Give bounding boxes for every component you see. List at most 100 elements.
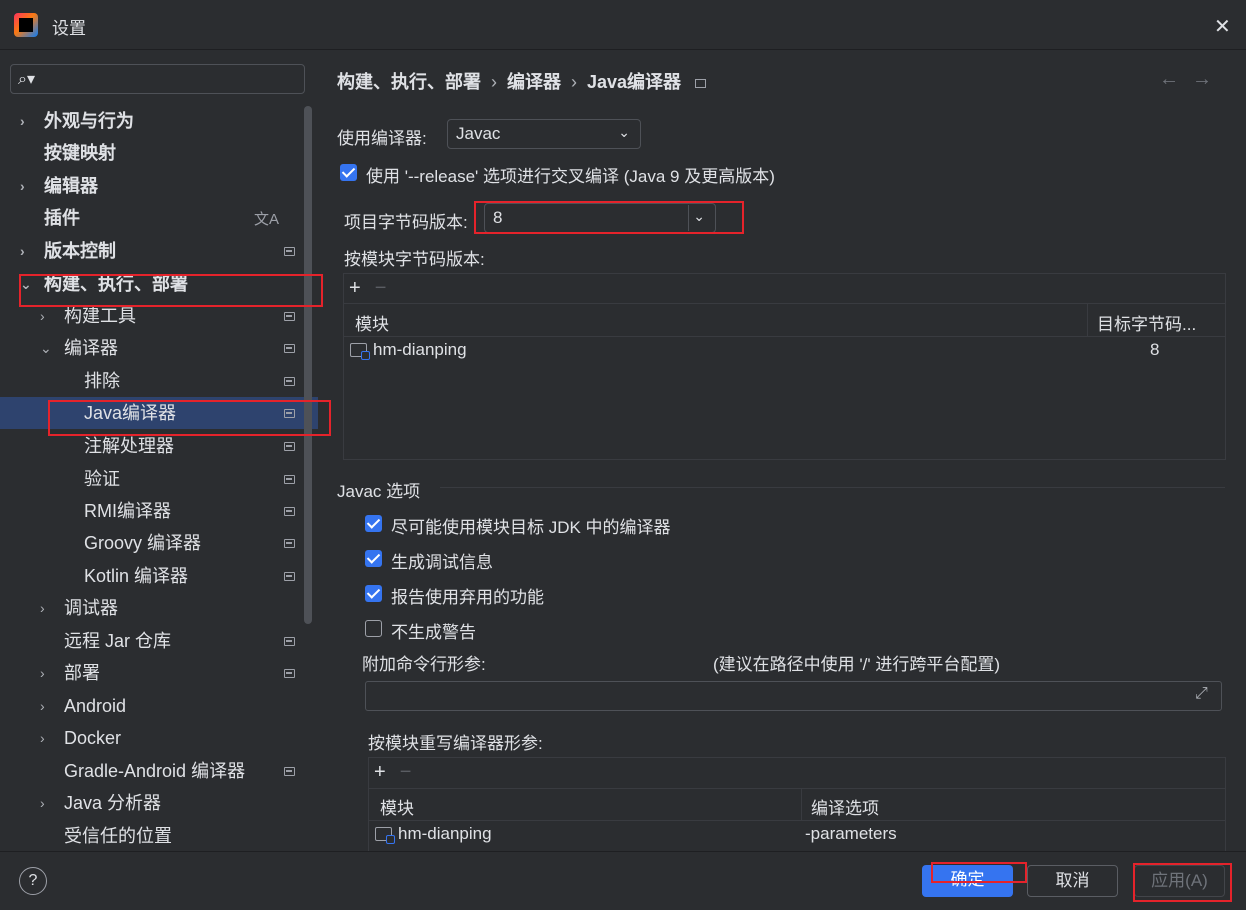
sidebar-item[interactable]: Kotlin 编译器: [0, 560, 300, 592]
sidebar-item-label: Java 分析器: [64, 793, 162, 813]
javac-option-checkbox[interactable]: [365, 550, 382, 567]
javac-option-checkbox[interactable]: [365, 515, 382, 532]
sidebar-item-label: 版本控制: [44, 241, 116, 261]
javac-option-checkbox[interactable]: [365, 585, 382, 602]
settings-search-input[interactable]: [10, 64, 305, 94]
sidebar-item[interactable]: Gradle-Android 编译器: [0, 755, 300, 787]
sidebar-item[interactable]: › 构建工具: [0, 300, 300, 332]
javac-section-title: Javac 选项: [337, 482, 421, 501]
sidebar-item-label: Java编译器: [84, 403, 177, 423]
sidebar-item[interactable]: 验证: [0, 463, 300, 495]
sidebar-item[interactable]: › Android: [0, 690, 300, 722]
project-scope-icon: [284, 637, 295, 646]
table-row-module[interactable]: hm-dianping: [398, 824, 492, 844]
sidebar-item-label: Groovy 编译器: [84, 533, 202, 553]
bytecode-version-value: 8: [493, 208, 503, 227]
sidebar-item-label: 受信任的位置: [64, 826, 172, 846]
table-row-module[interactable]: hm-dianping: [373, 340, 467, 360]
project-scope-icon: [284, 507, 295, 516]
release-option-checkbox[interactable]: [340, 164, 357, 181]
javac-option-checkbox[interactable]: [365, 620, 382, 637]
sidebar-item[interactable]: › 调试器: [0, 592, 300, 624]
table-row-target[interactable]: 8: [1150, 340, 1159, 360]
per-module-bytecode-label: 按模块字节码版本:: [344, 250, 485, 269]
chevron-down-icon[interactable]: ⌄: [20, 268, 32, 300]
sidebar-item-label: Docker: [64, 728, 122, 748]
sidebar-item[interactable]: 受信任的位置: [0, 820, 300, 852]
chevron-right-icon[interactable]: ›: [40, 690, 45, 722]
sidebar-item[interactable]: 按键映射: [0, 137, 300, 169]
sidebar-item-label: 注解处理器: [84, 436, 174, 456]
ok-button[interactable]: 确定: [922, 865, 1013, 897]
javac-option-label: 生成调试信息: [391, 553, 493, 572]
sidebar-item[interactable]: › Java 分析器: [0, 787, 300, 819]
chevron-right-icon[interactable]: ›: [20, 170, 25, 202]
column-divider: [1087, 304, 1088, 336]
project-scope-icon: [284, 247, 295, 256]
sidebar-item[interactable]: › 版本控制: [0, 235, 300, 267]
sidebar-item[interactable]: Groovy 编译器: [0, 527, 300, 559]
sidebar-item[interactable]: Java编译器: [0, 397, 300, 429]
apply-button: 应用(A): [1134, 865, 1225, 897]
sidebar-item-label: Android: [64, 696, 127, 716]
chevron-down-icon[interactable]: ⌄: [40, 332, 52, 364]
breadcrumb-java-compiler: Java编译器: [587, 72, 682, 92]
sidebar-item[interactable]: › 部署: [0, 657, 300, 689]
table-divider: [344, 336, 1225, 337]
expand-icon[interactable]: ⤢: [1195, 685, 1208, 703]
column-header-options[interactable]: 编译选项: [811, 794, 879, 819]
column-header-module[interactable]: 模块: [380, 794, 414, 819]
compiler-select-value: Javac: [456, 124, 501, 143]
chevron-right-icon[interactable]: ›: [40, 592, 45, 624]
intellij-logo-icon: [14, 13, 38, 37]
extra-args-hint: (建议在路径中使用 '/' 进行跨平台配置): [713, 655, 1000, 674]
module-folder-icon: [350, 343, 370, 360]
project-scope-icon: [284, 767, 295, 776]
chevron-right-icon[interactable]: ›: [40, 300, 45, 332]
sidebar-scrollbar[interactable]: [304, 106, 312, 624]
close-icon[interactable]: ✕: [1214, 14, 1231, 39]
sidebar-item[interactable]: ⌄ 构建、执行、部署: [0, 268, 300, 300]
forward-arrow-icon[interactable]: →: [1192, 68, 1212, 91]
javac-option-label: 尽可能使用模块目标 JDK 中的编译器: [391, 518, 671, 537]
sidebar-item[interactable]: › Docker: [0, 722, 300, 754]
sidebar-item[interactable]: 排除: [0, 365, 300, 397]
add-icon[interactable]: +: [374, 761, 386, 783]
column-header-module[interactable]: 模块: [355, 310, 389, 335]
chevron-right-icon[interactable]: ›: [20, 235, 25, 267]
chevron-right-icon[interactable]: ›: [40, 722, 45, 754]
extra-args-input[interactable]: [365, 681, 1222, 711]
bytecode-version-select[interactable]: 8 ⌄: [484, 203, 716, 233]
breadcrumb: 构建、执行、部署 › 编译器 › Java编译器: [337, 68, 707, 94]
sidebar-item[interactable]: 注解处理器: [0, 430, 300, 462]
chevron-right-icon[interactable]: ›: [40, 787, 45, 819]
column-header-target[interactable]: 目标字节码...: [1097, 310, 1196, 335]
section-divider: [440, 487, 1225, 488]
help-button[interactable]: ?: [19, 867, 47, 895]
override-params-label: 按模块重写编译器形参:: [368, 734, 543, 753]
sidebar-item-label: Kotlin 编译器: [84, 566, 189, 586]
cancel-button[interactable]: 取消: [1027, 865, 1118, 897]
table-divider: [369, 820, 1225, 821]
sidebar-item-label: 远程 Jar 仓库: [64, 631, 172, 651]
back-arrow-icon[interactable]: ←: [1159, 68, 1179, 91]
project-scope-icon: [284, 344, 295, 353]
sidebar-item-label: Gradle-Android 编译器: [64, 761, 246, 781]
javac-option-label: 不生成警告: [391, 623, 476, 642]
sidebar-item[interactable]: RMI编译器: [0, 495, 300, 527]
chevron-right-icon[interactable]: ›: [20, 105, 25, 137]
sidebar-item[interactable]: ⌄ 编译器: [0, 332, 300, 364]
sidebar-item[interactable]: › 外观与行为: [0, 105, 300, 137]
project-scope-icon: [284, 572, 295, 581]
sidebar-item-label: 部署: [64, 663, 100, 683]
table-row-options[interactable]: -parameters: [805, 824, 897, 844]
add-icon[interactable]: +: [349, 277, 361, 299]
table-divider: [344, 303, 1225, 304]
breadcrumb-separator: ›: [491, 72, 497, 92]
sidebar-item-label: 编辑器: [44, 176, 98, 196]
chevron-right-icon[interactable]: ›: [40, 657, 45, 689]
sidebar-item[interactable]: › 编辑器: [0, 170, 300, 202]
sidebar-item[interactable]: 远程 Jar 仓库: [0, 625, 300, 657]
compiler-select[interactable]: Javac ⌄: [447, 119, 641, 149]
search-icon: ⌕▾: [18, 71, 35, 88]
